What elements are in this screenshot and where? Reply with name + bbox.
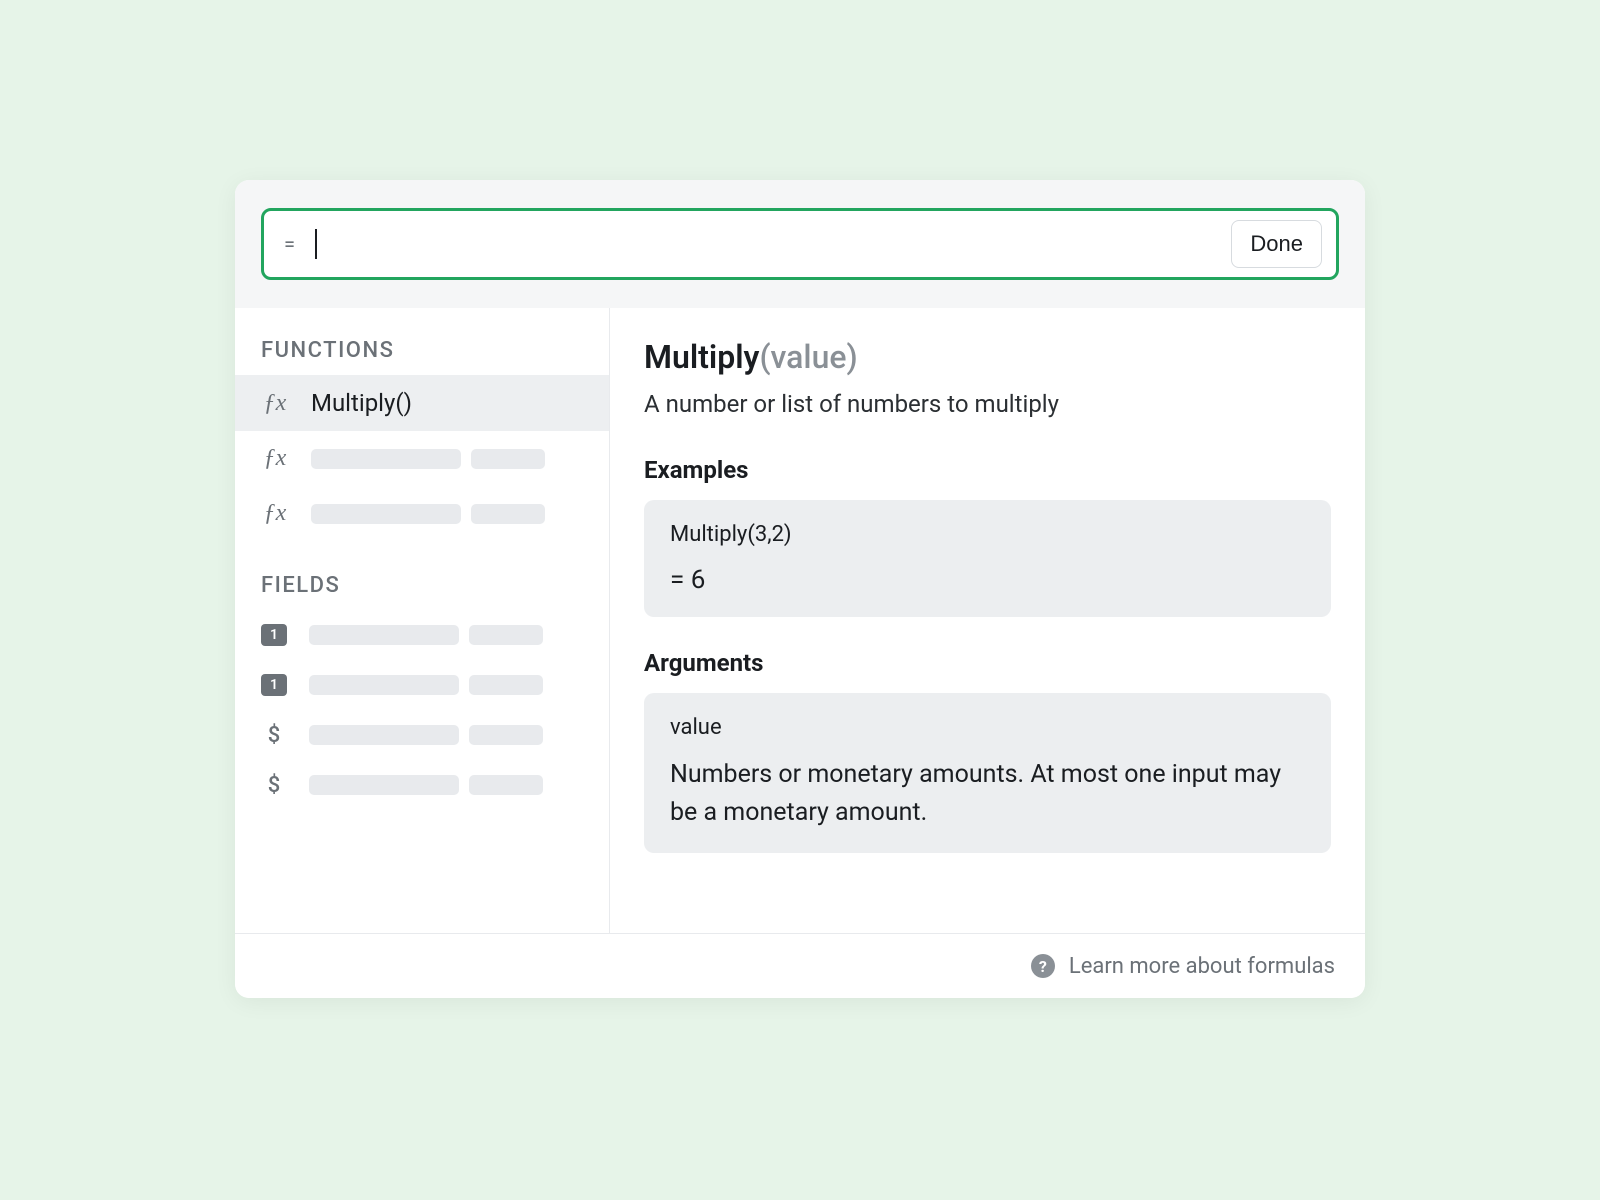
example-box: Multiply(3,2) = 6	[644, 500, 1331, 617]
skeleton-bar	[309, 675, 459, 695]
formula-input[interactable]	[313, 211, 1231, 277]
skeleton-row	[311, 449, 583, 469]
function-title: Multiply(value)	[644, 338, 1331, 376]
currency-field-icon: $	[261, 724, 287, 746]
equals-prefix: =	[284, 232, 295, 256]
skeleton-bar	[469, 725, 543, 745]
number-field-icon: 1	[261, 624, 287, 646]
footer: ? Learn more about formulas	[235, 933, 1365, 998]
function-item-placeholder[interactable]: ƒx	[235, 486, 609, 541]
text-cursor	[315, 229, 317, 259]
example-result: = 6	[670, 565, 1305, 595]
skeleton-bar	[309, 725, 459, 745]
details-pane: Multiply(value) A number or list of numb…	[610, 308, 1365, 933]
learn-more-link[interactable]: Learn more about formulas	[1069, 954, 1335, 979]
sidebar: FUNCTIONS ƒx Multiply() ƒx ƒx	[235, 308, 610, 933]
skeleton-bar	[309, 625, 459, 645]
skeleton-bar	[471, 504, 545, 524]
formula-bar: = Done	[261, 208, 1339, 280]
skeleton-bar	[469, 775, 543, 795]
function-item-label: Multiply()	[311, 389, 412, 417]
argument-name: value	[670, 715, 1305, 740]
skeleton-bar	[471, 449, 545, 469]
function-item-multiply[interactable]: ƒx Multiply()	[235, 375, 609, 431]
currency-field-icon: $	[261, 774, 287, 796]
field-item[interactable]: $	[235, 710, 609, 760]
arguments-heading: Arguments	[644, 649, 1331, 677]
functions-section-label: FUNCTIONS	[235, 334, 609, 375]
function-item-placeholder[interactable]: ƒx	[235, 431, 609, 486]
skeleton-bar	[311, 504, 461, 524]
example-call: Multiply(3,2)	[670, 522, 1305, 547]
done-button[interactable]: Done	[1231, 220, 1322, 268]
argument-box: value Numbers or monetary amounts. At mo…	[644, 693, 1331, 853]
skeleton-bar	[469, 675, 543, 695]
function-description: A number or list of numbers to multiply	[644, 390, 1331, 418]
function-signature: (value)	[759, 338, 857, 376]
field-item[interactable]: 1	[235, 610, 609, 660]
skeleton-row	[311, 504, 583, 524]
field-item[interactable]: $	[235, 760, 609, 796]
fx-icon: ƒx	[261, 445, 289, 472]
argument-description: Numbers or monetary amounts. At most one…	[670, 756, 1305, 831]
examples-heading: Examples	[644, 456, 1331, 484]
fx-icon: ƒx	[261, 390, 289, 417]
skeleton-row	[309, 725, 583, 745]
formula-editor-panel: = Done FUNCTIONS ƒx Multiply() ƒx	[235, 180, 1365, 998]
function-name: Multiply	[644, 338, 759, 376]
formula-bar-container: = Done	[235, 180, 1365, 308]
skeleton-bar	[311, 449, 461, 469]
editor-body: FUNCTIONS ƒx Multiply() ƒx ƒx	[235, 308, 1365, 933]
fields-section-label: FIELDS	[235, 569, 609, 610]
skeleton-row	[309, 775, 583, 795]
skeleton-bar	[469, 625, 543, 645]
field-item[interactable]: 1	[235, 660, 609, 710]
help-icon: ?	[1031, 954, 1055, 978]
skeleton-row	[309, 675, 583, 695]
fx-icon: ƒx	[261, 500, 289, 527]
skeleton-bar	[309, 775, 459, 795]
skeleton-row	[309, 625, 583, 645]
number-field-icon: 1	[261, 674, 287, 696]
